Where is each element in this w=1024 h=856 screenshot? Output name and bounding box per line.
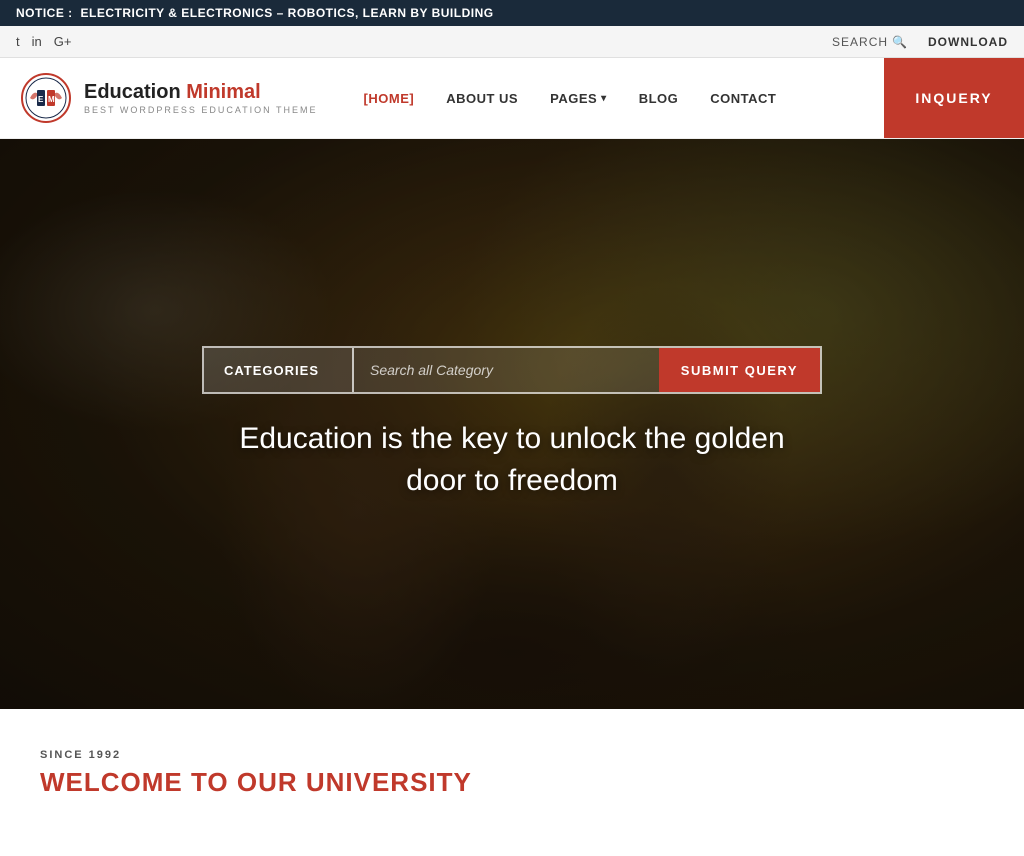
nav-pages[interactable]: PAGES ▾ [534, 58, 623, 138]
nav-contact[interactable]: CONTACT [694, 58, 792, 138]
nav-blog[interactable]: BLOG [623, 58, 695, 138]
svg-text:M: M [48, 95, 55, 104]
hero-tagline: Education is the key to unlock the golde… [212, 418, 812, 502]
notice-label: NOTICE : [16, 6, 73, 20]
pages-dropdown-arrow: ▾ [601, 93, 607, 104]
search-input[interactable] [354, 348, 659, 392]
hero-search-bar: CATEGORIES SUBMIT QUERY [202, 346, 822, 394]
categories-dropdown[interactable]: CATEGORIES [204, 348, 354, 392]
notice-bar: NOTICE : ELECTRICITY & ELECTRONICS – ROB… [0, 0, 1024, 26]
since-label: SINCE 1992 [40, 749, 984, 761]
logo-emblem: E M [20, 72, 72, 124]
google-plus-icon[interactable]: G+ [54, 34, 72, 49]
search-input-wrap [354, 348, 659, 392]
notice-text: ELECTRICITY & ELECTRONICS – ROBOTICS, LE… [81, 6, 494, 20]
download-link[interactable]: DOWNLOAD [928, 35, 1008, 49]
logo-area[interactable]: E M Education Minimal BEST WORDPRESS EDU… [0, 58, 338, 138]
main-nav: HOME ABOUT US PAGES ▾ BLOG CONTACT [338, 58, 884, 138]
nav-about[interactable]: ABOUT US [430, 58, 534, 138]
search-icon: 🔍 [892, 35, 908, 49]
hero-section: CATEGORIES SUBMIT QUERY Education is the… [0, 139, 1024, 709]
below-hero-section: SINCE 1992 WELCOME TO OUR UNIVERSITY [0, 709, 1024, 818]
top-bar-right: SEARCH 🔍 DOWNLOAD [832, 35, 1008, 49]
inquiry-button[interactable]: INQUERY [884, 58, 1024, 138]
search-label: SEARCH [832, 35, 888, 49]
welcome-heading: WELCOME TO OUR UNIVERSITY [40, 767, 984, 798]
linkedin-icon[interactable]: in [32, 34, 42, 49]
site-tagline: BEST WORDPRESS EDUCATION THEME [84, 105, 318, 115]
site-header: E M Education Minimal BEST WORDPRESS EDU… [0, 58, 1024, 139]
top-bar: t in G+ SEARCH 🔍 DOWNLOAD [0, 26, 1024, 58]
social-icons-group: t in G+ [16, 34, 71, 49]
twitter-icon[interactable]: t [16, 34, 20, 49]
hero-content: CATEGORIES SUBMIT QUERY Education is the… [0, 139, 1024, 709]
site-name: Education Minimal [84, 81, 318, 103]
nav-home[interactable]: HOME [348, 58, 431, 138]
search-link[interactable]: SEARCH 🔍 [832, 35, 908, 49]
logo-text: Education Minimal BEST WORDPRESS EDUCATI… [84, 81, 318, 115]
submit-query-button[interactable]: SUBMIT QUERY [659, 348, 820, 392]
svg-text:E: E [38, 95, 44, 104]
